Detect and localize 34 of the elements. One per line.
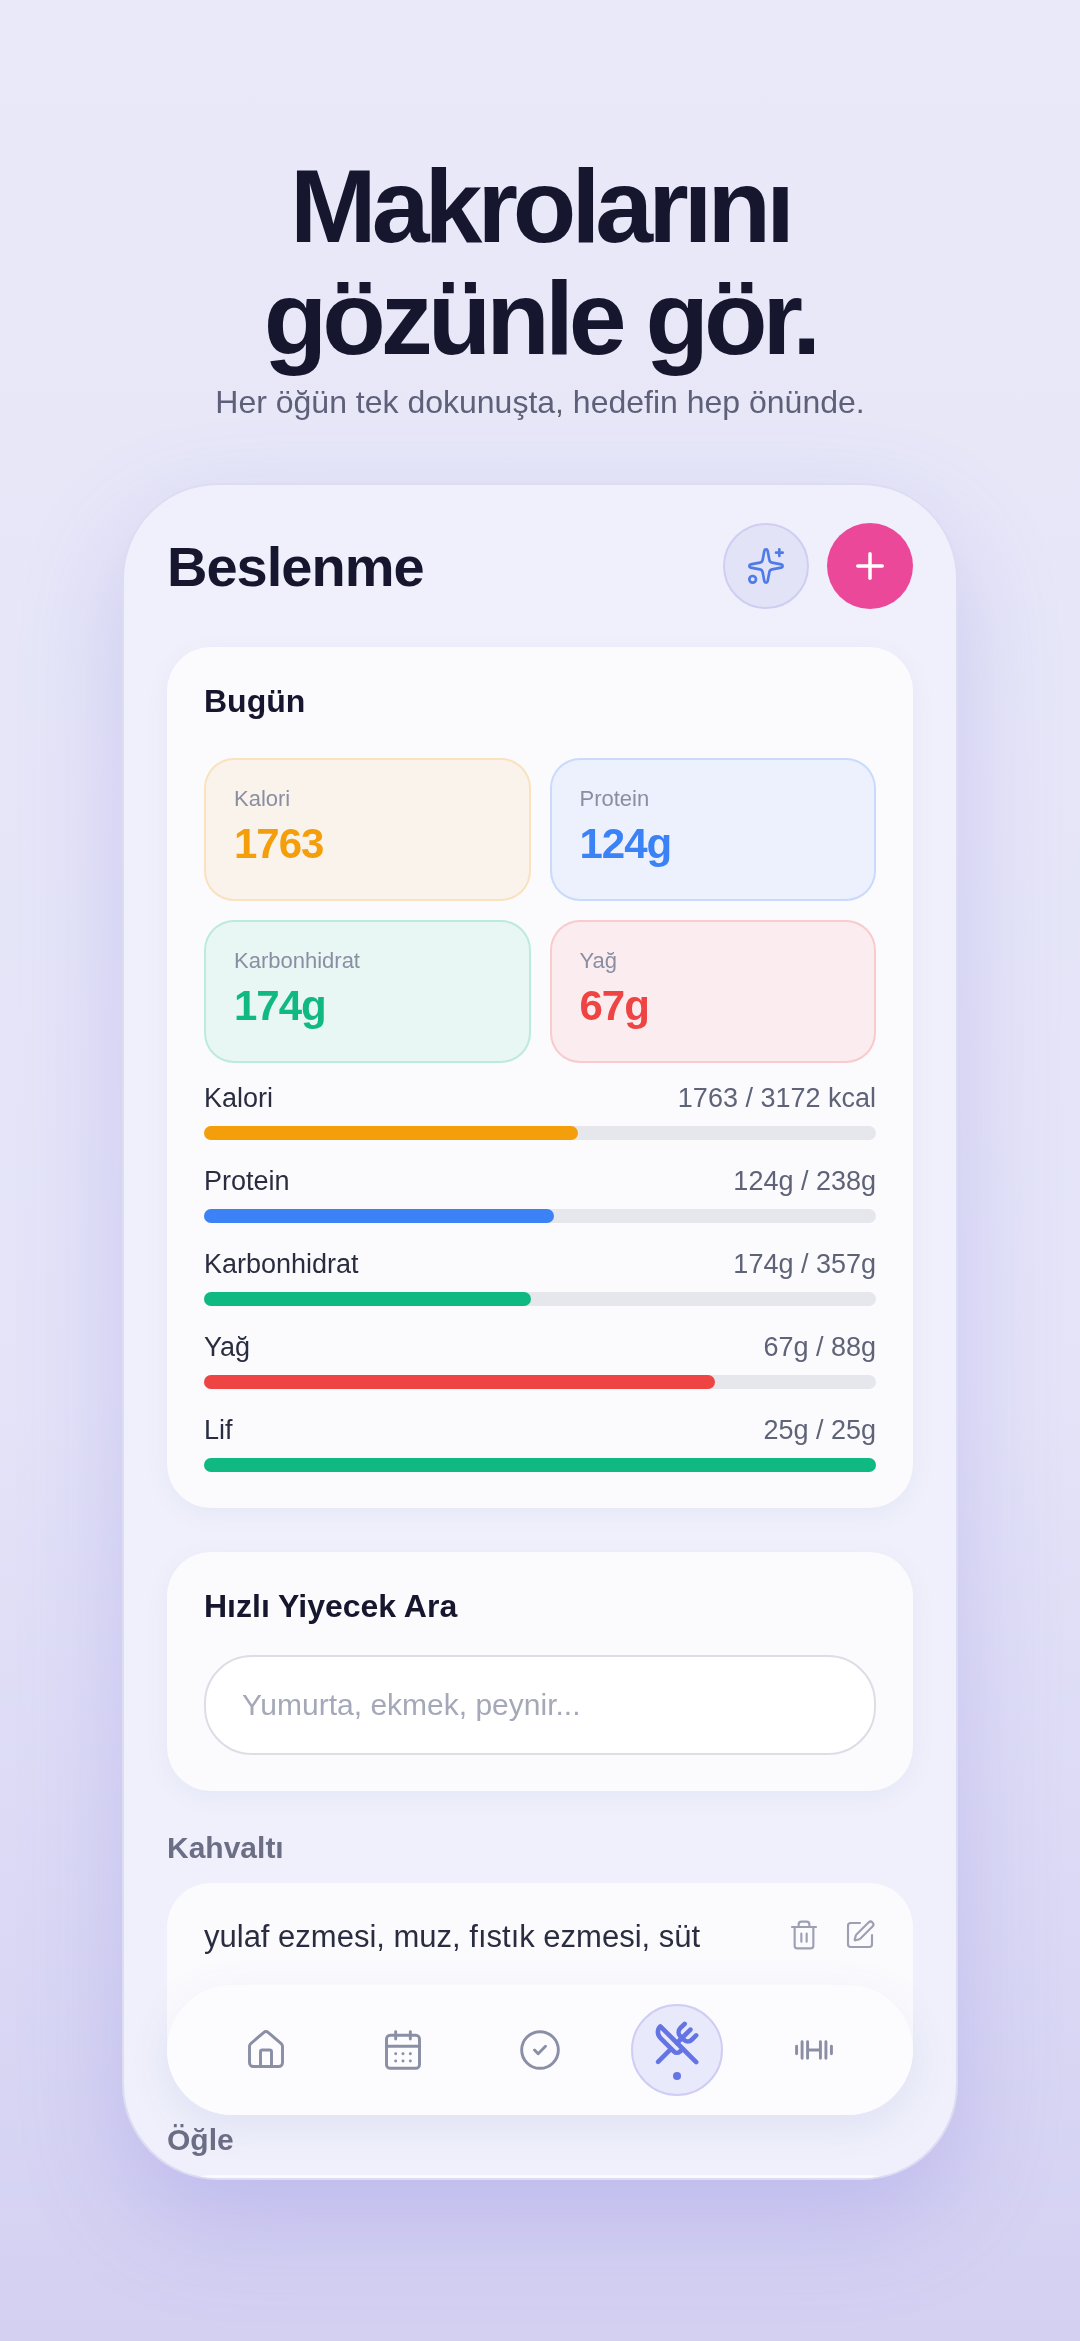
headline: Makrolarını bbox=[290, 150, 790, 262]
progress-reading: 25g / 25g bbox=[763, 1415, 876, 1446]
card-title: Hızlı Yiyecek Ara bbox=[204, 1588, 459, 1625]
progress-label: Kalori bbox=[204, 1083, 274, 1114]
progress-label: Karbonhidrat bbox=[204, 1249, 359, 1280]
sparkles-icon bbox=[746, 546, 786, 586]
edit-icon[interactable] bbox=[844, 1919, 876, 1951]
tile-label: Kalori bbox=[234, 786, 292, 812]
tile-value: 174g bbox=[234, 982, 327, 1030]
subtitle: Her öğün tek dokunuşta, hedefin hep önünde. bbox=[215, 384, 865, 421]
meal-title: Kahvaltı bbox=[167, 1831, 285, 1865]
tile-value: 124g bbox=[579, 820, 673, 868]
progress-label: Yağ bbox=[204, 1332, 251, 1363]
screen-title: Beslenme bbox=[167, 533, 424, 599]
selection-dot bbox=[673, 2072, 682, 2080]
meal-foods: yulaf ezmesi, muz, fıstık ezmesi, süt bbox=[204, 1919, 701, 1955]
progress-reading: 1763 / 3172 kcal bbox=[677, 1083, 876, 1114]
tile-label: Protein bbox=[579, 786, 651, 812]
tile-label: Yağ bbox=[579, 948, 618, 974]
tile-value: 67g bbox=[579, 982, 650, 1030]
progress-reading: 67g / 88g bbox=[763, 1332, 876, 1363]
meal-title: Öğle bbox=[167, 2123, 235, 2157]
progress-reading: 174g / 357g bbox=[733, 1249, 876, 1280]
trash-icon[interactable] bbox=[788, 1919, 820, 1951]
search-field[interactable]: Yumurta, ekmek, peynir... bbox=[204, 1655, 876, 1755]
card-title: Bugün bbox=[204, 683, 307, 720]
fork-knife-icon bbox=[654, 2020, 701, 2066]
headline: gözünle gör. bbox=[263, 262, 817, 374]
checkmark-circle-icon bbox=[517, 2028, 562, 2072]
progress-reading: 124g / 238g bbox=[733, 1166, 876, 1197]
tile-value: 1763 bbox=[234, 820, 325, 868]
progress-label: Lif bbox=[204, 1415, 233, 1446]
tile-label: Karbonhidrat bbox=[234, 948, 361, 974]
progress-label: Protein bbox=[204, 1166, 290, 1197]
